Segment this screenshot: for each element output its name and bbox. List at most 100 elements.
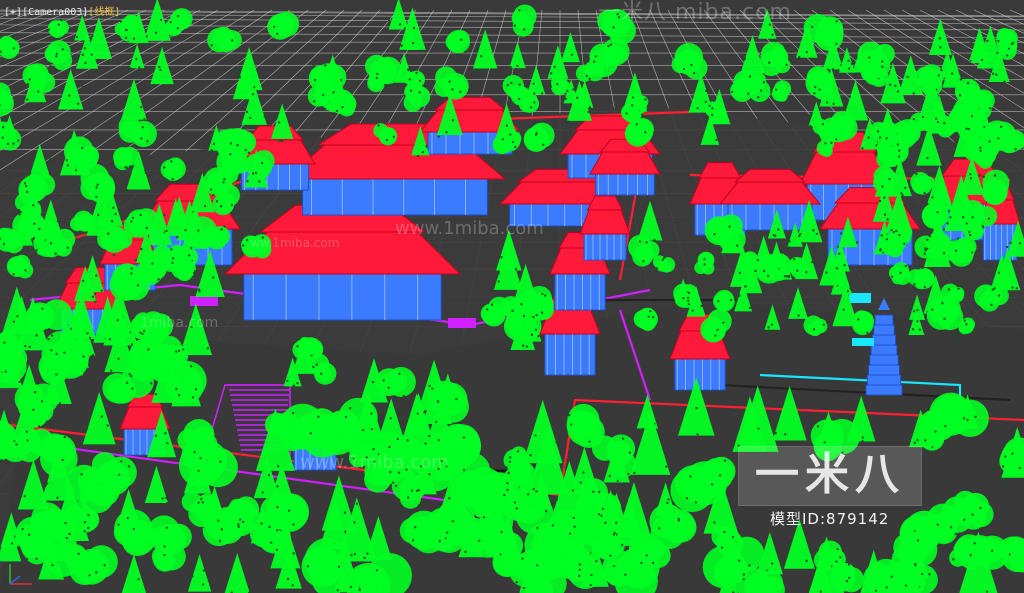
tree-speck xyxy=(462,468,466,472)
tree-speck xyxy=(916,141,919,144)
tree-speck xyxy=(192,271,196,275)
tree-speck xyxy=(69,327,73,330)
tree-speck xyxy=(100,415,104,418)
tree-speck xyxy=(592,60,596,64)
tree-speck xyxy=(505,124,509,127)
tree-speck xyxy=(247,151,251,154)
tree-speck xyxy=(12,272,15,276)
hall-body xyxy=(674,354,726,391)
tree-speck xyxy=(564,97,567,100)
viewport-shading-label[interactable]: [线框] xyxy=(88,3,120,18)
tree-speck xyxy=(494,265,498,268)
viewport-menu-plus[interactable]: [+] xyxy=(4,7,22,18)
tree-speck xyxy=(992,270,995,274)
tree-speck xyxy=(923,285,926,289)
tree-speck xyxy=(713,232,716,236)
tree-speck xyxy=(742,577,745,581)
tree-canopy xyxy=(552,543,588,579)
tree-speck xyxy=(685,497,689,500)
tree-speck xyxy=(588,440,591,444)
tree-speck xyxy=(819,590,822,593)
tree-speck xyxy=(103,563,106,567)
tree-speck xyxy=(969,233,972,237)
tree-canopy xyxy=(31,502,63,534)
tree-speck xyxy=(219,205,223,208)
viewport-camera-label[interactable]: [Camera003] xyxy=(22,7,88,18)
tree-speck xyxy=(171,261,174,265)
tree-speck xyxy=(130,267,133,270)
tree-speck xyxy=(60,18,63,22)
tree-speck xyxy=(861,439,864,443)
tree-speck xyxy=(25,430,28,433)
tree-speck xyxy=(87,526,90,530)
tree-speck xyxy=(437,135,440,138)
tree-speck xyxy=(888,177,891,181)
tree-speck xyxy=(37,90,40,93)
tree-speck xyxy=(220,528,224,531)
tree-speck xyxy=(831,309,835,312)
tree-speck xyxy=(713,521,716,524)
tree-canopy xyxy=(923,202,949,228)
3d-viewport[interactable]: 一米八 miba.com www.1miba.com 1miba.com ww.… xyxy=(0,0,1024,593)
tree-speck xyxy=(965,323,968,326)
tree-speck xyxy=(809,279,813,282)
tree-speck xyxy=(26,83,30,86)
tree-speck xyxy=(949,526,953,529)
tree-speck xyxy=(718,132,721,136)
tree-speck xyxy=(932,173,936,176)
tree-speck xyxy=(490,303,494,306)
tree-speck xyxy=(846,290,850,293)
tree-speck xyxy=(475,49,478,53)
tree-speck xyxy=(418,387,422,390)
tree-speck xyxy=(788,275,791,278)
tree-speck xyxy=(518,83,521,86)
tree-speck xyxy=(401,410,405,413)
tree-speck xyxy=(624,573,627,576)
tree-speck xyxy=(896,143,900,146)
tree-speck xyxy=(959,78,962,81)
tree-speck xyxy=(836,547,839,551)
tree-speck xyxy=(861,147,864,150)
tree-speck xyxy=(163,166,166,169)
tree-speck xyxy=(32,408,35,412)
tree-speck xyxy=(645,241,648,244)
tree-speck xyxy=(166,501,169,505)
tree-speck xyxy=(130,343,134,346)
tree-speck xyxy=(566,106,569,110)
tree-speck xyxy=(532,82,535,85)
tree-speck xyxy=(445,131,448,134)
tree-speck xyxy=(756,258,760,262)
axis-gizmo-icon xyxy=(9,564,32,585)
viewport-label[interactable]: [+][Camera003][线框] xyxy=(4,3,120,18)
tree-speck xyxy=(170,248,173,251)
tree-speck xyxy=(341,105,344,109)
tree-speck xyxy=(66,164,70,167)
tree-speck xyxy=(511,309,514,313)
tree-speck xyxy=(747,92,750,95)
tree-speck xyxy=(549,72,553,75)
tree-speck xyxy=(916,308,919,312)
tree-speck xyxy=(813,92,816,95)
tree-speck xyxy=(835,138,838,141)
tree-speck xyxy=(970,251,974,254)
tree-canopy xyxy=(177,429,200,452)
tree-speck xyxy=(375,569,379,572)
tree-speck xyxy=(506,481,509,485)
tree-speck xyxy=(742,573,746,576)
tree-speck xyxy=(171,177,175,181)
tree-speck xyxy=(260,161,264,165)
tree-speck xyxy=(988,140,991,143)
tree-canopy xyxy=(628,97,641,111)
tree-speck xyxy=(263,115,266,118)
tree-speck xyxy=(177,393,181,397)
tree-speck xyxy=(229,142,233,145)
tree-speck xyxy=(15,443,18,446)
tree-speck xyxy=(260,522,263,525)
tree-speck xyxy=(223,178,226,181)
tree-speck xyxy=(649,309,652,313)
tree-speck xyxy=(447,496,451,500)
tree-speck xyxy=(804,270,808,274)
tree-speck xyxy=(595,559,598,563)
tree-speck xyxy=(309,432,312,435)
tree-speck xyxy=(666,501,669,505)
